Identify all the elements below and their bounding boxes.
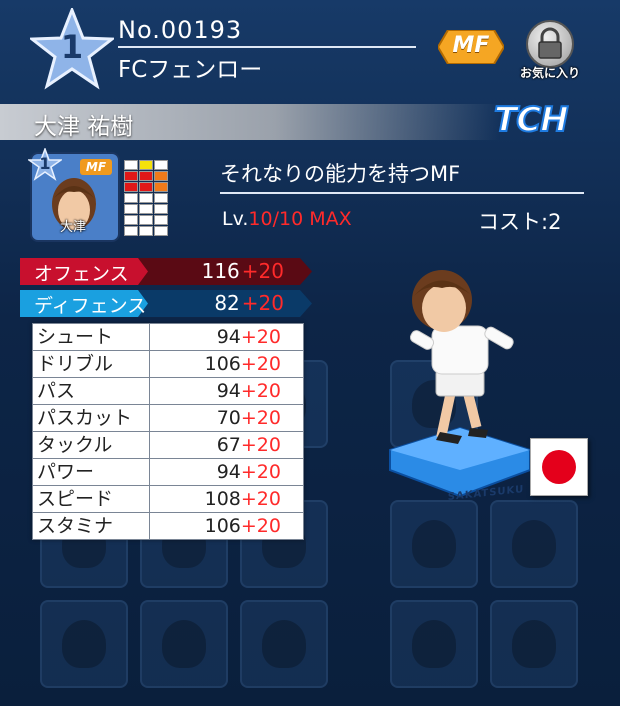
formation-cell xyxy=(154,204,168,214)
background-card xyxy=(490,500,578,588)
stat-bonus: +20 xyxy=(240,379,281,402)
formation-cell xyxy=(139,193,153,203)
stat-value-cell: 94+20 xyxy=(149,323,304,351)
stat-row: タックル 67+20 xyxy=(32,431,304,459)
formation-cell xyxy=(139,160,153,170)
formation-cell xyxy=(124,182,138,192)
stat-row: スピード 108+20 xyxy=(32,485,304,513)
formation-cell xyxy=(154,160,168,170)
stat-name: スピード xyxy=(32,485,150,513)
stat-value-cell: 70+20 xyxy=(149,404,304,432)
level-display: Lv.10/10 MAX xyxy=(222,208,352,230)
portrait-rarity: 1 xyxy=(39,154,51,173)
background-card xyxy=(390,500,478,588)
formation-cell xyxy=(139,204,153,214)
header-divider xyxy=(118,46,416,48)
team-name: FCフェンロー xyxy=(118,57,263,83)
stat-row: ドリブル 106+20 xyxy=(32,350,304,378)
stat-bonus: +20 xyxy=(241,259,284,283)
stat-name: パスカット xyxy=(32,404,150,432)
stat-base-value: 94 xyxy=(216,325,241,348)
cost-display: コスト:2 xyxy=(478,210,562,234)
stat-base-value: 94 xyxy=(216,460,241,483)
stat-value-cell: 67+20 xyxy=(149,431,304,459)
stat-bonus: +20 xyxy=(240,487,281,510)
formation-cell xyxy=(154,182,168,192)
formation-cell xyxy=(154,226,168,236)
stat-base-value: 94 xyxy=(216,379,241,402)
defense-value: 82 +20 xyxy=(64,291,284,315)
player-number: No.00193 xyxy=(118,16,243,44)
stat-row: パス 94+20 xyxy=(32,377,304,405)
stat-value-cell: 106+20 xyxy=(149,350,304,378)
formation-cell xyxy=(139,226,153,236)
offense-value: 116 +20 xyxy=(64,259,284,283)
stat-base-value: 106 xyxy=(204,514,241,537)
formation-cell xyxy=(124,171,138,181)
stat-base-value: 108 xyxy=(204,487,241,510)
stat-bonus: +20 xyxy=(240,460,281,483)
stat-name: パワー xyxy=(32,458,150,486)
stat-value-cell: 106+20 xyxy=(149,512,304,540)
portrait-position-badge: MF xyxy=(80,159,112,175)
favorite-button[interactable]: お気に入り xyxy=(520,20,580,84)
background-card xyxy=(40,600,128,688)
stat-name: シュート xyxy=(32,323,150,351)
portrait-name: 大津 xyxy=(59,220,86,235)
background-card xyxy=(140,600,228,688)
stat-base-value: 106 xyxy=(204,352,241,375)
position-label: MF xyxy=(452,33,490,58)
formation-cell xyxy=(124,204,138,214)
japan-flag-icon xyxy=(530,438,588,496)
player-description: それなりの能力を持つMF xyxy=(220,162,461,186)
stat-bonus: +20 xyxy=(240,433,281,456)
stat-value-cell: 108+20 xyxy=(149,485,304,513)
formation-cell xyxy=(154,193,168,203)
player-name: 大津 祐樹 xyxy=(34,114,134,140)
stat-row: スタミナ 106+20 xyxy=(32,512,304,540)
stat-bonus: +20 xyxy=(240,514,281,537)
background-card xyxy=(490,600,578,688)
description-divider xyxy=(220,192,584,194)
stat-base-value: 116 xyxy=(201,259,240,283)
stat-bonus: +20 xyxy=(241,291,284,315)
stat-row: パスカット 70+20 xyxy=(32,404,304,432)
formation-cell xyxy=(139,182,153,192)
stat-row: パワー 94+20 xyxy=(32,458,304,486)
formation-cell xyxy=(124,160,138,170)
stat-bonus: +20 xyxy=(240,352,281,375)
stat-name: タックル xyxy=(32,431,150,459)
background-card xyxy=(240,600,328,688)
formation-cell xyxy=(124,193,138,203)
stat-name: ドリブル xyxy=(32,350,150,378)
stat-bonus: +20 xyxy=(240,325,281,348)
formation-cell xyxy=(154,171,168,181)
rarity-number: 1 xyxy=(60,28,84,66)
stat-base-value: 82 xyxy=(214,291,240,315)
stats-table: シュート 94+20 ドリブル 106+20 パス 94+20 パスカット 70+20 タックル… xyxy=(32,323,304,540)
level-prefix: Lv. xyxy=(222,208,249,230)
stat-base-value: 70 xyxy=(216,406,241,429)
stat-name: パス xyxy=(32,377,150,405)
favorite-label: お気に入り xyxy=(519,66,580,80)
stat-base-value: 67 xyxy=(216,433,241,456)
player-type-logo: TCH xyxy=(493,99,570,141)
stat-value-cell: 94+20 xyxy=(149,377,304,405)
formation-cell xyxy=(154,215,168,225)
stat-bonus: +20 xyxy=(240,406,281,429)
lock-icon xyxy=(526,20,574,68)
stat-row: シュート 94+20 xyxy=(32,323,304,351)
stat-name: スタミナ xyxy=(32,512,150,540)
formation-cell xyxy=(139,215,153,225)
formation-cell xyxy=(124,226,138,236)
background-card xyxy=(390,600,478,688)
stat-value-cell: 94+20 xyxy=(149,458,304,486)
player-figure xyxy=(389,270,531,498)
level-value: 10/10 MAX xyxy=(248,208,352,230)
formation-cell xyxy=(139,171,153,181)
formation-cell xyxy=(124,215,138,225)
